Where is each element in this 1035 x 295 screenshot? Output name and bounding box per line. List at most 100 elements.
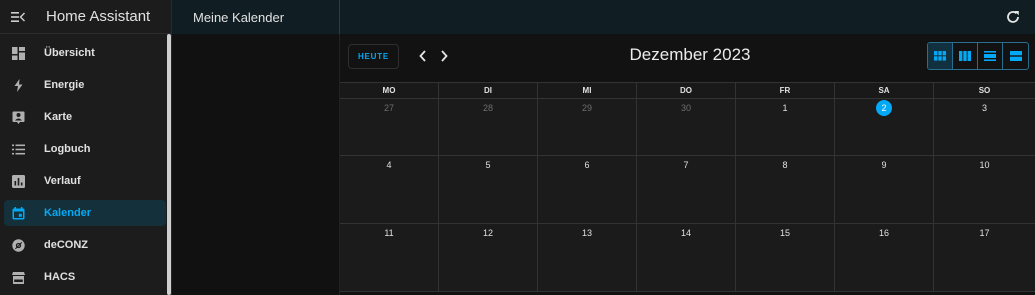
day-number[interactable]: 16 bbox=[835, 228, 933, 238]
day-cell[interactable]: 3 bbox=[934, 99, 1035, 155]
sidebar-item-verlauf[interactable]: Verlauf bbox=[4, 168, 166, 194]
week-row: 27 28 29 30 1 2 3 bbox=[340, 99, 1035, 156]
day-cell[interactable]: 5 bbox=[439, 156, 538, 223]
day-cell[interactable]: 27 bbox=[340, 99, 439, 155]
day-cell[interactable]: 8 bbox=[736, 156, 835, 223]
hacs-icon bbox=[10, 269, 26, 285]
sidebar-item-label: Logbuch bbox=[44, 143, 91, 155]
day-cell[interactable]: 10 bbox=[934, 156, 1035, 223]
day-number[interactable]: 29 bbox=[538, 103, 636, 113]
sidebar-item-label: Übersicht bbox=[44, 47, 95, 59]
sidebar-item-uebersicht[interactable]: Übersicht bbox=[4, 40, 166, 66]
day-number[interactable]: 10 bbox=[934, 160, 1035, 170]
day-number[interactable]: 17 bbox=[934, 228, 1035, 238]
sidebar-item-karte[interactable]: Karte bbox=[4, 104, 166, 130]
day-number[interactable]: 3 bbox=[934, 103, 1035, 113]
map-person-icon bbox=[10, 109, 26, 125]
menu-collapse-icon[interactable] bbox=[10, 9, 26, 25]
day-number[interactable]: 4 bbox=[340, 160, 438, 170]
refresh-icon[interactable] bbox=[1005, 9, 1021, 25]
day-cell[interactable]: 12 bbox=[439, 224, 538, 291]
day-cell[interactable]: 28 bbox=[439, 99, 538, 155]
today-button[interactable]: HEUTE bbox=[348, 44, 399, 69]
calendar-icon bbox=[10, 205, 26, 221]
day-cell[interactable]: 4 bbox=[340, 156, 439, 223]
day-number[interactable]: 30 bbox=[637, 103, 735, 113]
view-switcher bbox=[927, 42, 1029, 70]
day-cell[interactable]: 9 bbox=[835, 156, 934, 223]
day-cell[interactable]: 1 bbox=[736, 99, 835, 155]
weekday-label: SO bbox=[978, 86, 991, 95]
weekday-header: MO DI MI DO FR SA SO bbox=[340, 82, 1035, 99]
chevron-left-icon[interactable] bbox=[415, 48, 431, 64]
sidebar-item-energie[interactable]: Energie bbox=[4, 72, 166, 98]
sidebar-item-label: Energie bbox=[44, 79, 85, 91]
list-view-icon[interactable] bbox=[1003, 43, 1028, 69]
sidebar-item-deconz[interactable]: deCONZ bbox=[4, 232, 166, 258]
weekday-label: DI bbox=[439, 83, 538, 99]
day-number[interactable]: 11 bbox=[340, 228, 438, 238]
weekday-label: MI bbox=[538, 83, 637, 99]
month-view-icon[interactable] bbox=[928, 43, 953, 69]
sidebar-item-hacs[interactable]: HACS bbox=[4, 264, 166, 290]
day-cell[interactable]: 30 bbox=[637, 99, 736, 155]
day-cell[interactable]: 6 bbox=[538, 156, 637, 223]
day-number[interactable]: 6 bbox=[538, 160, 636, 170]
top-toolbar: Meine Kalender bbox=[172, 0, 1035, 34]
day-number[interactable]: 27 bbox=[340, 103, 438, 113]
calendar-list-pane bbox=[172, 34, 340, 295]
day-number[interactable]: 8 bbox=[736, 160, 834, 170]
week-view-icon[interactable] bbox=[953, 43, 978, 69]
list-icon bbox=[10, 141, 26, 157]
app-root: Home Assistant Übersicht Energie Karte L… bbox=[0, 0, 1035, 295]
sidebar: Home Assistant Übersicht Energie Karte L… bbox=[0, 0, 172, 295]
page-title: Meine Kalender bbox=[193, 9, 285, 25]
calendar: HEUTE Dezember 2023 MO DI MI DO FR SA SO… bbox=[340, 34, 1035, 295]
app-title: Home Assistant bbox=[46, 8, 151, 25]
sidebar-nav: Übersicht Energie Karte Logbuch Verlauf … bbox=[0, 40, 171, 290]
day-cell[interactable]: 11 bbox=[340, 224, 439, 291]
week-row: 11 12 13 14 15 16 17 bbox=[340, 224, 1035, 292]
day-cell[interactable]: 14 bbox=[637, 224, 736, 291]
chart-icon bbox=[10, 173, 26, 189]
sidebar-item-logbuch[interactable]: Logbuch bbox=[4, 136, 166, 162]
weekday-label: DO bbox=[637, 83, 736, 99]
sidebar-item-label: HACS bbox=[44, 271, 76, 283]
day-cell[interactable]: 16 bbox=[835, 224, 934, 291]
day-cell[interactable]: 7 bbox=[637, 156, 736, 223]
day-number[interactable]: 12 bbox=[439, 228, 537, 238]
day-cell[interactable]: 15 bbox=[736, 224, 835, 291]
month-title: Dezember 2023 bbox=[629, 45, 751, 64]
sidebar-scrollbar[interactable] bbox=[167, 34, 171, 295]
toolbar-divider bbox=[339, 0, 340, 34]
today-day-number[interactable]: 2 bbox=[876, 100, 892, 116]
weekday-label: MO bbox=[340, 83, 439, 99]
sidebar-item-label: Verlauf bbox=[44, 175, 81, 187]
day-number[interactable]: 28 bbox=[439, 103, 537, 113]
day-number[interactable]: 7 bbox=[637, 160, 735, 170]
sidebar-header: Home Assistant bbox=[0, 0, 171, 34]
day-view-icon[interactable] bbox=[978, 43, 1003, 69]
sidebar-item-label: Karte bbox=[44, 111, 73, 123]
dashboard-icon bbox=[10, 45, 26, 61]
calendar-toolbar: HEUTE Dezember 2023 bbox=[340, 34, 1035, 82]
day-number[interactable]: 1 bbox=[736, 103, 834, 113]
day-cell[interactable]: 17 bbox=[934, 224, 1035, 291]
weekday-label: SA bbox=[835, 83, 934, 99]
weekday-label: FR bbox=[736, 83, 835, 99]
day-cell[interactable]: 29 bbox=[538, 99, 637, 155]
day-number[interactable]: 13 bbox=[538, 228, 636, 238]
day-cell[interactable]: 13 bbox=[538, 224, 637, 291]
day-cell-today[interactable]: 2 bbox=[835, 99, 934, 155]
sidebar-item-label: Kalender bbox=[44, 207, 92, 219]
week-row: 4 5 6 7 8 9 10 bbox=[340, 156, 1035, 224]
day-number[interactable]: 9 bbox=[835, 160, 933, 170]
day-number[interactable]: 15 bbox=[736, 228, 834, 238]
day-number[interactable]: 14 bbox=[637, 228, 735, 238]
chevron-right-icon[interactable] bbox=[436, 48, 452, 64]
day-number[interactable]: 5 bbox=[439, 160, 537, 170]
lightning-icon bbox=[10, 77, 26, 93]
sidebar-item-kalender[interactable]: Kalender bbox=[4, 200, 166, 226]
deconz-icon bbox=[10, 237, 26, 253]
month-grid: MO DI MI DO FR SA SO 27 28 29 30 1 2 3 4… bbox=[340, 82, 1035, 292]
